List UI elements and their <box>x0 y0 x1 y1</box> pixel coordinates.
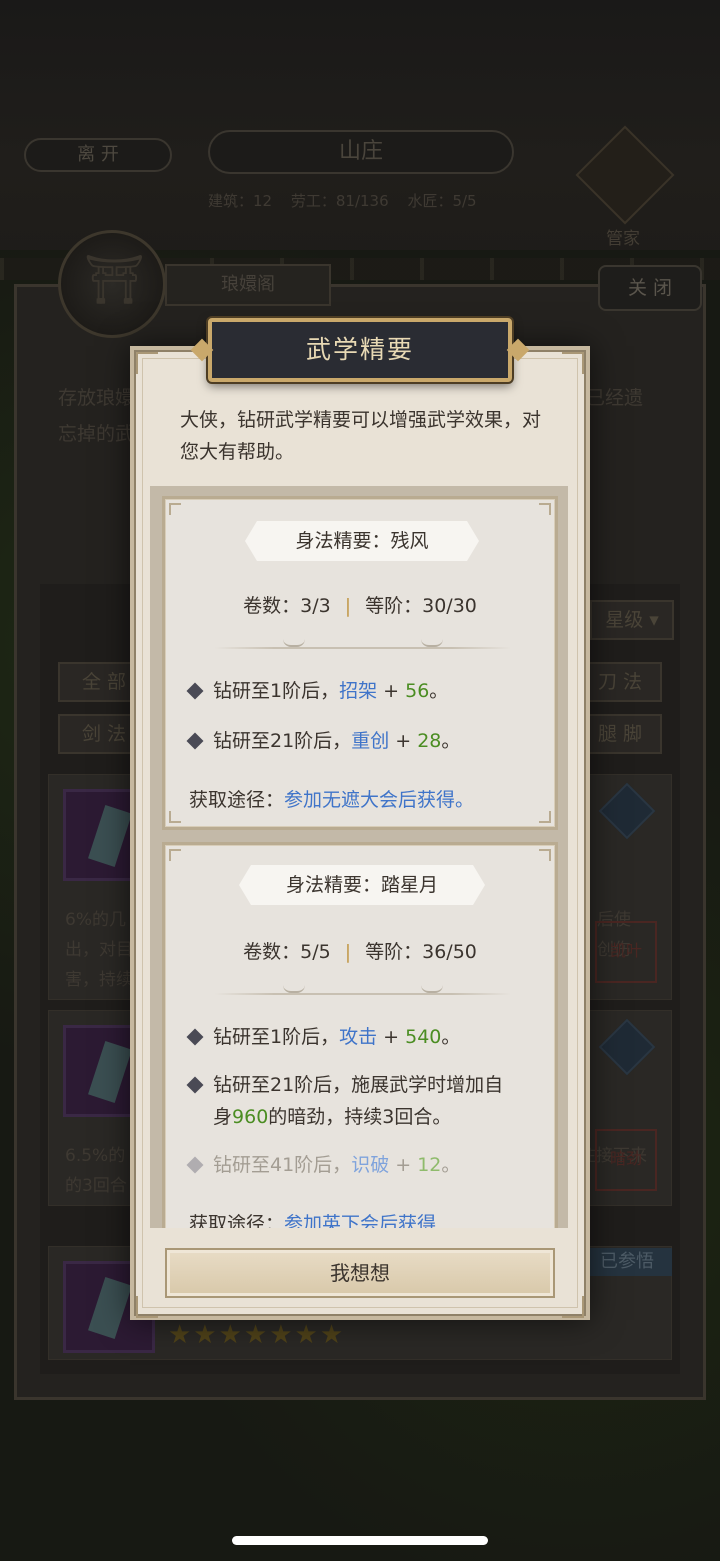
bonus-value: 56 <box>405 680 430 702</box>
bonus-stat: 重创 <box>351 730 390 752</box>
status-badge: 已参悟 <box>582 1248 672 1276</box>
essential-stats: 卷数：3/3 | 等阶：30/30 <box>243 595 477 617</box>
volumes-count: 卷数：3/3 <box>243 595 331 617</box>
sort-label: 星级 <box>605 609 644 631</box>
bonus-prefix: 钻研至1阶后， <box>213 680 340 702</box>
essential-section: 身法精要：残风 卷数：3/3 | 等阶：30/30 钻研至1阶后，招架 + 56。 … <box>162 496 558 830</box>
essential-bonus: 钻研至21阶后，重创 + 28。 <box>186 725 547 757</box>
divider-ornament-icon <box>283 639 305 647</box>
divider <box>215 647 511 649</box>
dialog-corner-ornament <box>136 352 158 374</box>
divider-ornament-icon <box>421 639 443 647</box>
filter-blade[interactable]: 刀 法 <box>578 662 662 702</box>
rank-level: 等阶：30/30 <box>365 595 477 617</box>
acquire-label: 获取途径： <box>189 1213 285 1228</box>
acquire-route: 获取途径：参加无遮大会后获得。 <box>189 785 474 812</box>
acquire-label: 获取途径： <box>189 789 285 811</box>
bonus-value: 960 <box>232 1106 269 1128</box>
acquire-link[interactable]: 参加英下会后获得 <box>284 1213 436 1228</box>
skill-seal: 凯叶 <box>595 921 657 983</box>
essential-bonus: 钻研至1阶后，招架 + 56。 <box>186 675 547 707</box>
dialog-corner-ornament <box>562 352 584 374</box>
diamond-icon <box>186 1156 204 1174</box>
filter-kick[interactable]: 腿 脚 <box>578 714 662 754</box>
dialog-corner-ornament <box>562 1296 584 1318</box>
description-right: 已经遗 <box>586 387 644 409</box>
bonus-value: 28 <box>417 730 442 752</box>
rank-level: 等阶：36/50 <box>365 941 477 963</box>
bonus-prefix: 钻研至21阶后， <box>213 730 352 752</box>
bonus-plus: + <box>389 730 418 752</box>
essential-stats: 卷数：5/5 | 等阶：36/50 <box>243 941 477 963</box>
essential-title: 身法精要：残风 <box>245 521 479 561</box>
bonus-suffix: 。 <box>441 1154 461 1176</box>
star-rating: ★★★★★★★ <box>168 1320 346 1350</box>
location-title: 山庄 <box>208 130 514 174</box>
stat-craftsmen: 水匠：5/5 <box>407 192 477 210</box>
acquire-route: 获取途径：参加英下会后获得 <box>189 1209 436 1228</box>
bonus-value: 12 <box>417 1154 442 1176</box>
dialog-corner-ornament <box>136 1296 158 1318</box>
acquire-link[interactable]: 参加无遮大会后获得。 <box>284 789 474 811</box>
essentials-scroll-area[interactable]: 身法精要：残风 卷数：3/3 | 等阶：30/30 钻研至1阶后，招架 + 56。 … <box>150 486 568 1228</box>
bonus-prefix: 钻研至1阶后， <box>213 1026 340 1048</box>
essential-bonus-locked: 钻研至41阶后，识破 + 12。 <box>186 1149 547 1181</box>
think-it-over-button[interactable]: 我想想 <box>165 1248 555 1298</box>
skill-seal: 暗劲 <box>595 1129 657 1191</box>
manager-label: 管家 <box>606 229 640 249</box>
essential-bonus: 钻研至21阶后，施展武学时增加自 身960的暗劲，持续3回合。 <box>186 1069 547 1133</box>
book-badge-icon <box>598 1018 656 1076</box>
dialog-title-plate: 武学精要 <box>208 318 512 382</box>
bonus-line: 钻研至21阶后，施展武学时增加自 <box>213 1074 504 1096</box>
diamond-icon <box>186 732 204 750</box>
volumes-count: 卷数：5/5 <box>243 941 331 963</box>
bonus-suffix: 。 <box>429 680 449 702</box>
dialog-title: 武学精要 <box>305 335 414 364</box>
diamond-icon <box>186 1028 204 1046</box>
leave-button[interactable]: 离 开 <box>24 138 172 172</box>
bonus-stat: 招架 <box>339 680 378 702</box>
dialog-intro: 大侠，钻研武学精要可以增强武学效果，对您大有帮助。 <box>180 409 542 463</box>
building-name-tab: 琅嬛阁 <box>165 264 331 306</box>
book-badge-icon <box>598 782 656 840</box>
essential-section: 身法精要：踏星月 卷数：5/5 | 等阶：36/50 钻研至1阶后，攻击 + 540… <box>162 842 558 1228</box>
bonus-suffix: 。 <box>441 730 461 752</box>
divider-ornament-icon <box>283 985 305 993</box>
bonus-text: 的暗劲，持续3回合。 <box>268 1106 452 1128</box>
essential-bonus: 钻研至1阶后，攻击 + 540。 <box>186 1021 547 1053</box>
bonus-line: 身960的暗劲，持续3回合。 <box>213 1101 547 1133</box>
diamond-icon <box>186 1076 204 1094</box>
bonus-plus: + <box>377 680 406 702</box>
stat-buildings: 建筑：12 <box>208 192 273 210</box>
bonus-stat: 识破 <box>351 1154 390 1176</box>
pavilion-icon: ⛩ <box>84 252 145 308</box>
bonus-plus: + <box>377 1026 406 1048</box>
bonus-suffix: 。 <box>441 1026 461 1048</box>
bonus-stat: 攻击 <box>339 1026 378 1048</box>
stat-workers: 劳工：81/136 <box>290 192 389 210</box>
bonus-value: 540 <box>405 1026 442 1048</box>
close-panel-button[interactable]: 关 闭 <box>598 265 702 311</box>
bonus-prefix: 钻研至41阶后， <box>213 1154 352 1176</box>
essential-title: 身法精要：踏星月 <box>239 865 485 905</box>
home-indicator[interactable] <box>232 1536 488 1545</box>
bonus-text: 身 <box>213 1106 233 1128</box>
diamond-icon <box>186 682 204 700</box>
divider-ornament-icon <box>421 985 443 993</box>
sort-dropdown[interactable]: 星级 ▾ <box>590 600 674 640</box>
location-stats: 建筑：12 劳工：81/136 水匠：5/5 <box>208 190 528 211</box>
divider <box>215 993 511 995</box>
bonus-plus: + <box>389 1154 418 1176</box>
